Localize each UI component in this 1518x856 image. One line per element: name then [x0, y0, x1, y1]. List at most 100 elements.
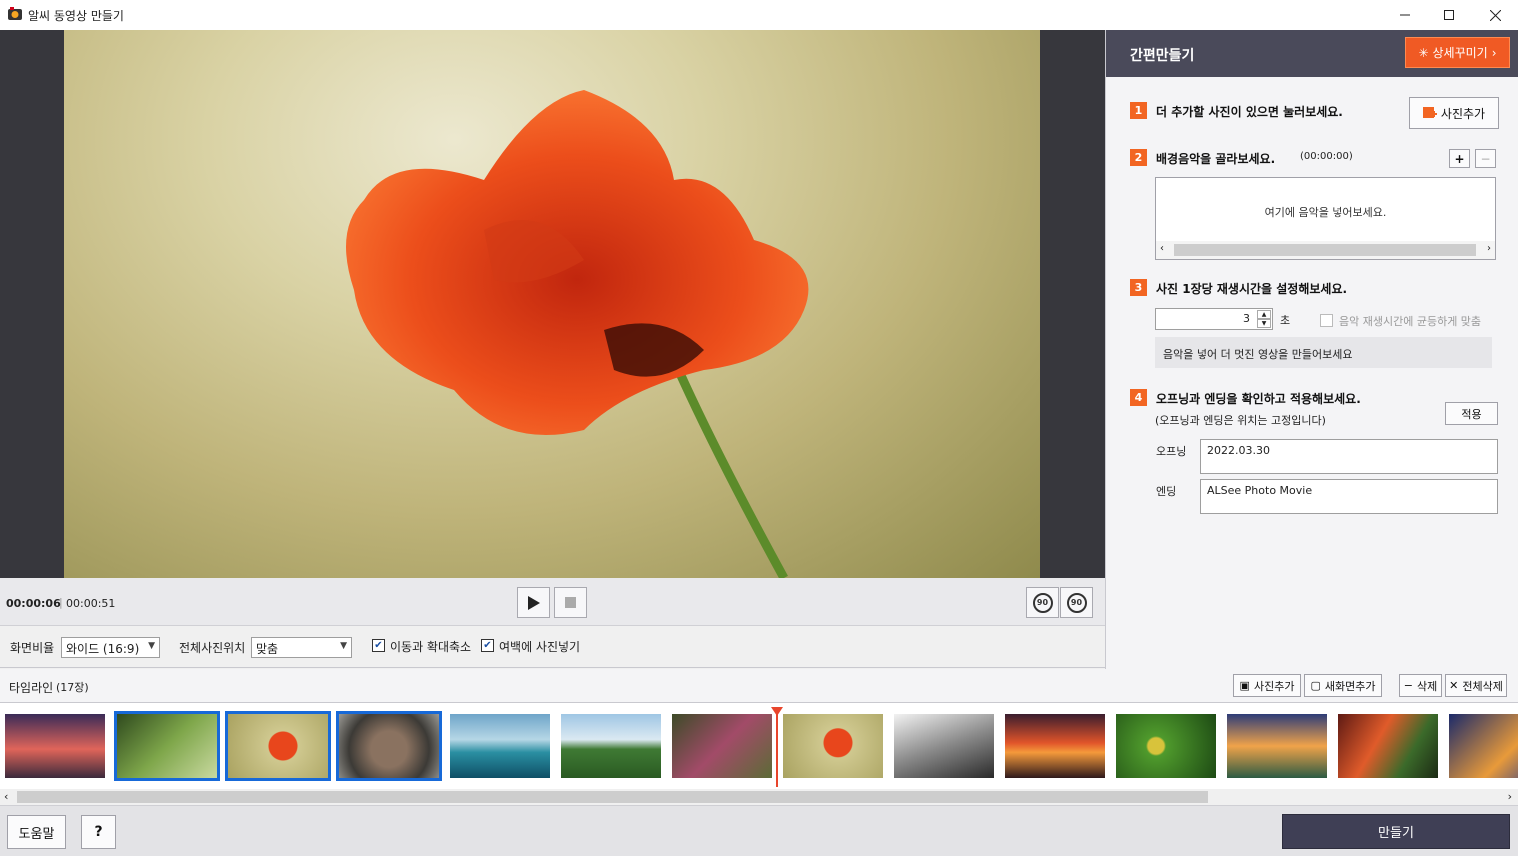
step-4-number: 4: [1130, 389, 1147, 406]
chevron-down-icon: ▼: [148, 641, 155, 651]
scroll-right-icon[interactable]: ›: [1487, 243, 1491, 254]
delete-button[interactable]: − 삭제: [1399, 674, 1442, 697]
ending-field[interactable]: ALSee Photo Movie: [1200, 479, 1498, 514]
add-photo-label: 사진추가: [1440, 106, 1486, 121]
rotate-right-icon: 90: [1066, 592, 1087, 613]
aspect-ratio-label: 화면비율: [10, 641, 55, 655]
add-music-button[interactable]: +: [1449, 149, 1470, 168]
opening-label: 오프닝: [1156, 445, 1187, 458]
music-scrollbar[interactable]: ‹ ›: [1156, 241, 1495, 259]
ending-label: 엔딩: [1156, 485, 1177, 498]
music-duration: (00:00:00): [1300, 151, 1353, 162]
rotate-right-button[interactable]: 90: [1060, 587, 1093, 618]
timeline-thumbnail[interactable]: [1005, 714, 1105, 778]
duration-spinbox[interactable]: 3 ▲ ▼: [1155, 308, 1273, 330]
margin-label: 여백에 사진넣기: [499, 640, 581, 654]
spin-up-icon[interactable]: ▲: [1257, 310, 1271, 319]
timeline-scrollbar[interactable]: ‹ ›: [0, 789, 1518, 805]
rotate-left-button[interactable]: 90: [1026, 587, 1059, 618]
margin-checkbox[interactable]: ✔: [481, 639, 494, 652]
poppy-flower-image: [346, 90, 809, 578]
opening-field[interactable]: 2022.03.30: [1200, 439, 1498, 474]
timeline-thumbnail[interactable]: [1227, 714, 1327, 778]
panel-header: 간편만들기 ✳ 상세꾸미기 ›: [1106, 30, 1518, 77]
timeline-thumbnail[interactable]: [561, 714, 661, 778]
add-screen-label: 새화면추가: [1324, 679, 1376, 693]
add-photo-icon: ▣: [1239, 679, 1250, 692]
close-button[interactable]: [1472, 0, 1518, 30]
music-scroll-thumb[interactable]: [1174, 244, 1476, 256]
step-4-subtext: (오프닝과 엔딩은 위치는 고정입니다): [1155, 414, 1326, 427]
scroll-right-icon[interactable]: ›: [1508, 790, 1512, 803]
timeline-thumbnail[interactable]: [894, 714, 994, 778]
help-button[interactable]: 도움말: [7, 815, 66, 849]
step-1-number: 1: [1130, 102, 1147, 119]
music-sync-checkbox[interactable]: [1320, 314, 1333, 327]
add-screen-icon: ▢: [1310, 679, 1321, 692]
step-3-number: 3: [1130, 279, 1147, 296]
timeline-thumbnail[interactable]: [783, 714, 883, 778]
playhead-icon[interactable]: [771, 707, 783, 717]
timeline-add-photo-button[interactable]: ▣ 사진추가: [1233, 674, 1301, 697]
make-button[interactable]: 만들기: [1282, 814, 1510, 849]
player-control-bar: 00:00:06 | 00:00:51 90 90: [0, 578, 1105, 626]
minimize-button[interactable]: [1382, 0, 1428, 30]
timeline-thumbnail[interactable]: [1116, 714, 1216, 778]
footer-bar: 도움말 ? 만들기: [0, 805, 1518, 856]
music-sync-label: 음악 재생시간에 균등하게 맞춤: [1339, 315, 1482, 328]
timeline-thumbnail[interactable]: [114, 711, 220, 781]
delete-all-label: 전체삭제: [1462, 679, 1503, 693]
stop-icon: [565, 597, 576, 608]
timeline-thumbnail[interactable]: [672, 714, 772, 778]
spin-down-icon[interactable]: ▼: [1257, 319, 1271, 328]
zoom-checkbox[interactable]: ✔: [372, 639, 385, 652]
music-list[interactable]: 여기에 음악을 넣어보세요. ‹ ›: [1155, 177, 1496, 260]
photo-position-select[interactable]: 맞춤 ▼: [251, 637, 352, 658]
zoom-label: 이동과 확대축소: [390, 640, 472, 654]
current-time: 00:00:06: [6, 597, 61, 610]
preview-photo: [64, 30, 1040, 578]
timeline-thumbnail[interactable]: [225, 711, 331, 781]
rotate-left-icon: 90: [1032, 592, 1053, 613]
timeline-thumbnail[interactable]: [5, 714, 105, 778]
step-3-text: 사진 1장당 재생시간을 설정해보세요.: [1156, 282, 1348, 296]
time-separator: |: [59, 596, 63, 609]
aspect-ratio-value: 와이드 (16:9): [66, 642, 140, 656]
maximize-button[interactable]: [1426, 0, 1472, 30]
delete-all-button[interactable]: ✕ 전체삭제: [1445, 674, 1507, 697]
timeline-strip[interactable]: [0, 703, 1518, 789]
delete-label: 삭제: [1416, 679, 1438, 693]
remove-music-button[interactable]: −: [1475, 149, 1496, 168]
playhead-marker[interactable]: [776, 707, 778, 787]
add-photo-icon: [1422, 107, 1437, 118]
timeline-add-photo-label: 사진추가: [1253, 679, 1295, 693]
question-button[interactable]: ?: [81, 815, 116, 849]
duration-value: 3: [1243, 312, 1250, 325]
timeline-thumbnail[interactable]: [1338, 714, 1438, 778]
add-screen-button[interactable]: ▢ 새화면추가: [1304, 674, 1382, 697]
step-2-text: 배경음악을 골라보세요.: [1156, 152, 1276, 166]
timeline-thumbnail[interactable]: [1449, 714, 1518, 778]
aspect-ratio-select[interactable]: 와이드 (16:9) ▼: [61, 637, 160, 658]
timeline-scroll-thumb[interactable]: [17, 791, 1208, 803]
chevron-right-icon: ›: [1491, 45, 1497, 60]
window-title: 알씨 동영상 만들기: [28, 9, 124, 23]
options-bar: 화면비율 와이드 (16:9) ▼ 전체사진위치 맞춤 ▼ ✔ 이동과 확대축소…: [0, 627, 1105, 668]
play-icon: [527, 595, 540, 610]
close-icon: ✕: [1449, 679, 1459, 692]
detail-decorate-button[interactable]: ✳ 상세꾸미기 ›: [1405, 37, 1510, 68]
scroll-left-icon[interactable]: ‹: [4, 790, 8, 803]
minimize-icon: [1400, 14, 1410, 16]
apply-button[interactable]: 적용: [1445, 402, 1498, 425]
minus-icon: −: [1403, 679, 1413, 692]
add-photo-button[interactable]: 사진추가: [1409, 97, 1499, 129]
photo-position-label: 전체사진위치: [179, 641, 246, 655]
timeline-thumbnail[interactable]: [336, 711, 442, 781]
scroll-left-icon[interactable]: ‹: [1160, 243, 1164, 254]
step-2-number: 2: [1130, 149, 1147, 166]
play-button[interactable]: [517, 587, 550, 618]
simple-make-panel: 간편만들기 ✳ 상세꾸미기 › 1 더 추가할 사진이 있으면 눌러보세요. 사…: [1105, 30, 1518, 669]
panel-title: 간편만들기: [1130, 48, 1195, 64]
timeline-thumbnail[interactable]: [450, 714, 550, 778]
stop-button[interactable]: [554, 587, 587, 618]
